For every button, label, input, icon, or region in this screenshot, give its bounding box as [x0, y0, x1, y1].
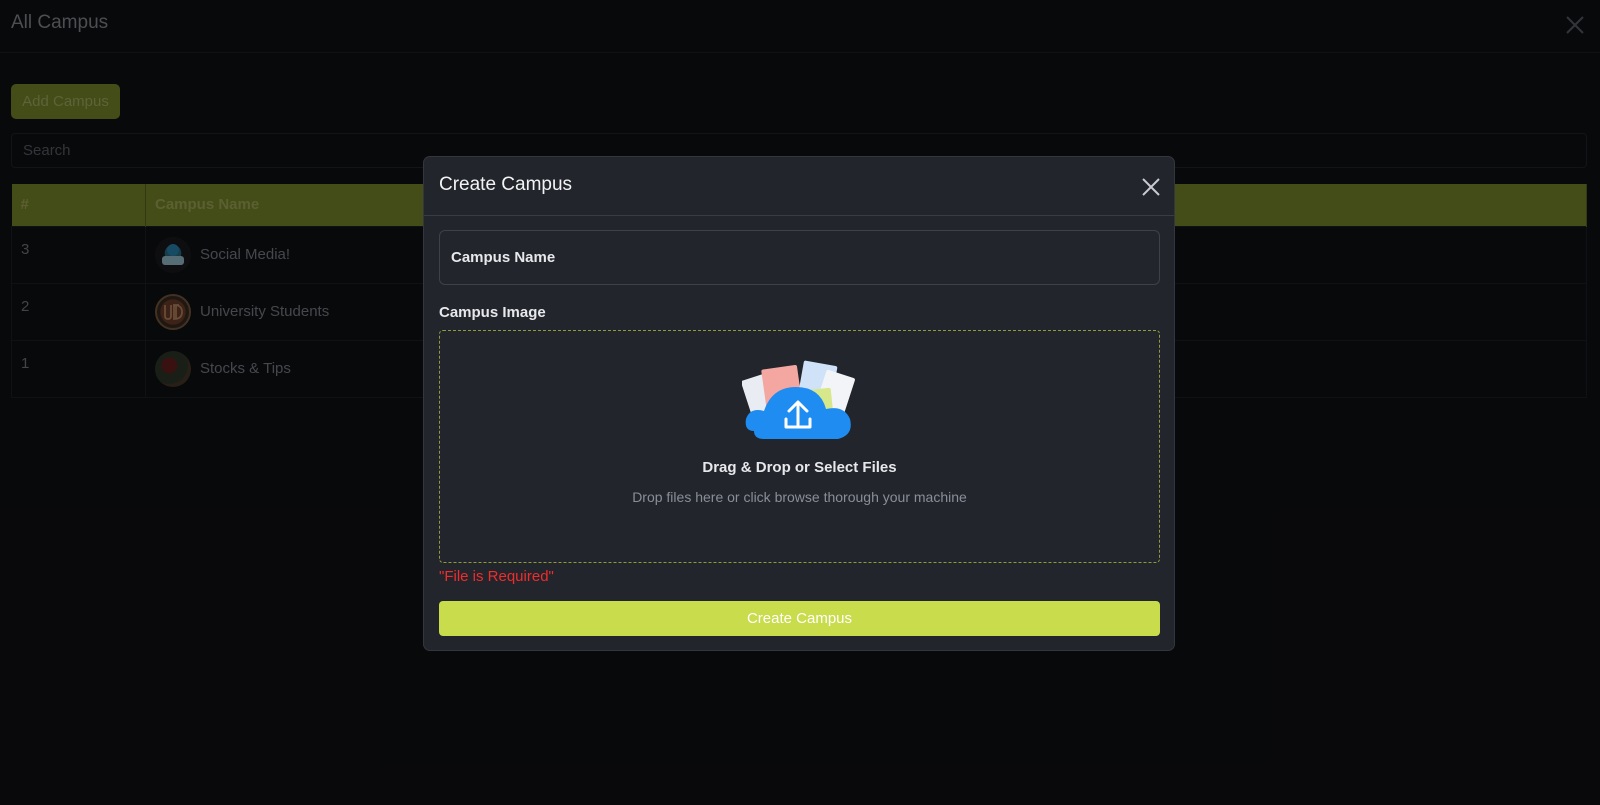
file-dropzone[interactable]: Drag & Drop or Select Files Drop files h… — [439, 330, 1160, 563]
file-required-error: "File is Required" — [439, 568, 554, 585]
campus-image-label: Campus Image — [439, 304, 546, 321]
modal-title: Create Campus — [439, 174, 573, 195]
upload-cloud-icon — [742, 360, 855, 439]
close-icon[interactable] — [1140, 176, 1162, 198]
modal-header: Create Campus — [424, 157, 1174, 216]
dropzone-subtitle: Drop files here or click browse thorough… — [632, 489, 967, 505]
dropzone-title: Drag & Drop or Select Files — [702, 459, 897, 476]
create-campus-button[interactable]: Create Campus — [439, 601, 1160, 636]
campus-name-input[interactable] — [439, 230, 1160, 285]
create-campus-modal: Create Campus Campus Image Drag & Drop o… — [423, 156, 1175, 651]
